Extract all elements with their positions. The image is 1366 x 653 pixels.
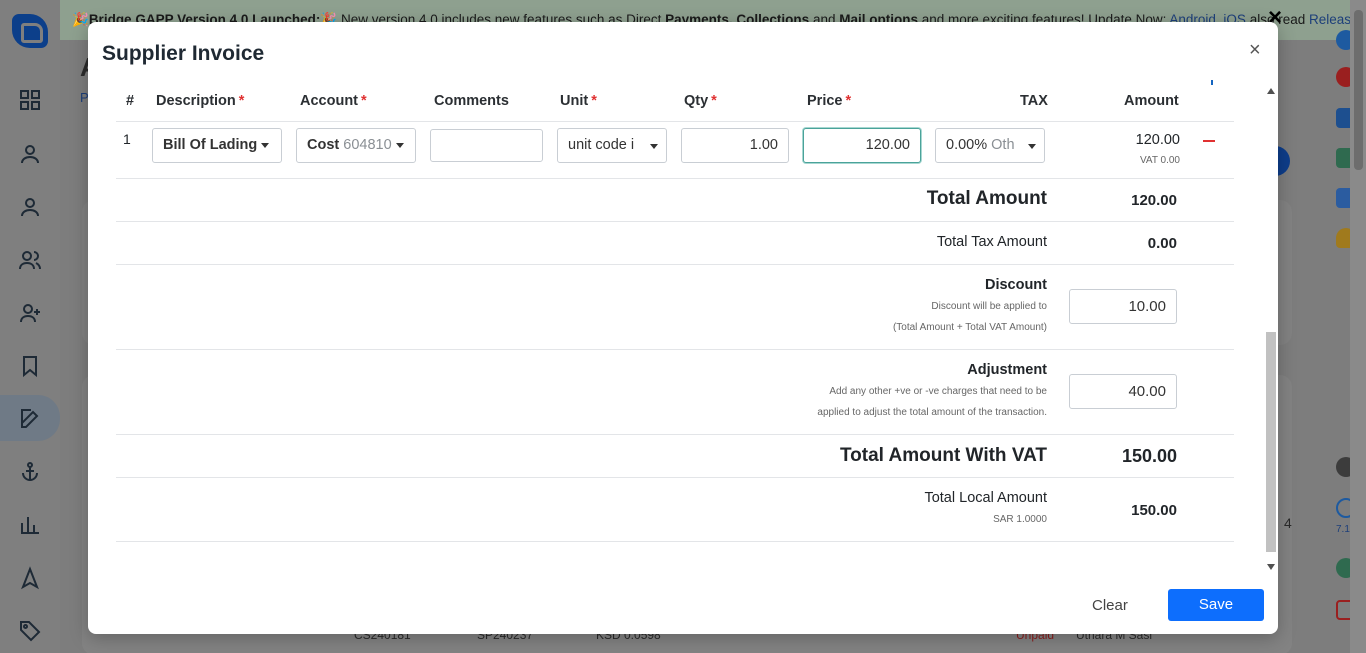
rail-number: 7.1 bbox=[1336, 524, 1350, 535]
col-price-label: Price bbox=[807, 93, 843, 109]
total-amount-label: Total Amount bbox=[926, 188, 1047, 209]
discount-help-2: (Total Amount + Total VAT Amount) bbox=[892, 322, 1047, 333]
user-alt-icon[interactable] bbox=[18, 195, 42, 219]
required-mark: * bbox=[591, 93, 597, 109]
col-qty: Qty * bbox=[684, 93, 717, 109]
qty-input[interactable]: 1.00 bbox=[681, 128, 789, 163]
total-with-vat-value: 150.00 bbox=[1121, 446, 1177, 466]
remove-line-icon[interactable] bbox=[1203, 140, 1215, 142]
scroll-up-icon[interactable] bbox=[1267, 88, 1275, 94]
unit-dropdown[interactable]: unit code i bbox=[557, 128, 667, 163]
unit-value: unit code i bbox=[568, 137, 635, 153]
scroll-indicator bbox=[1211, 80, 1213, 85]
total-local-value: 150.00 bbox=[1131, 502, 1177, 519]
discount-help-1: Discount will be applied to bbox=[931, 301, 1047, 312]
add-user-icon[interactable] bbox=[18, 301, 42, 325]
tax-rate: 0.00% bbox=[946, 137, 988, 153]
adjustment-input[interactable]: 40.00 bbox=[1069, 374, 1177, 409]
line-index: 1 bbox=[123, 131, 131, 147]
price-input[interactable]: 120.00 bbox=[803, 128, 921, 163]
row-divider bbox=[116, 221, 1234, 222]
tax-type: Oth bbox=[991, 137, 1015, 153]
total-tax-label: Total Tax Amount bbox=[936, 234, 1047, 250]
scroll-down-icon[interactable] bbox=[1267, 564, 1275, 570]
edit-icon[interactable] bbox=[18, 407, 42, 431]
col-tax: TAX bbox=[1020, 93, 1048, 109]
chevron-down-icon bbox=[1028, 144, 1036, 149]
description-value: Bill Of Lading bbox=[163, 137, 258, 153]
col-description-label: Description bbox=[156, 93, 236, 109]
users-icon[interactable] bbox=[18, 248, 42, 272]
page-scrollbar[interactable] bbox=[1350, 0, 1366, 653]
col-index: # bbox=[126, 93, 135, 109]
col-price: Price * bbox=[807, 93, 851, 109]
bookmark-icon[interactable] bbox=[18, 354, 42, 378]
account-name: Cost bbox=[307, 137, 340, 153]
col-unit: Unit * bbox=[560, 93, 597, 109]
total-amount-value: 120.00 bbox=[1131, 192, 1177, 209]
save-button[interactable]: Save bbox=[1168, 589, 1264, 621]
adjustment-help-2: applied to adjust the total amount of th… bbox=[817, 407, 1047, 418]
row-divider bbox=[116, 477, 1234, 478]
total-local-label: Total Local Amount bbox=[924, 490, 1047, 506]
row-divider bbox=[116, 178, 1234, 179]
modal-scrollbar[interactable] bbox=[1265, 84, 1277, 574]
clear-button[interactable]: Clear bbox=[1092, 597, 1128, 614]
chevron-down-icon bbox=[650, 144, 658, 149]
supplier-invoice-modal: Supplier Invoice × # Description * Accoun… bbox=[88, 22, 1278, 634]
tag-icon[interactable] bbox=[18, 619, 42, 643]
chevron-down-icon bbox=[261, 142, 270, 148]
tax-dropdown[interactable]: 0.00% Oth bbox=[935, 128, 1045, 163]
required-mark: * bbox=[845, 93, 852, 109]
col-qty-label: Qty bbox=[684, 93, 709, 109]
col-account: Account * bbox=[300, 93, 367, 109]
row-divider bbox=[116, 434, 1234, 435]
col-unit-label: Unit bbox=[560, 93, 589, 109]
col-account-label: Account bbox=[300, 93, 358, 109]
dashboard-icon[interactable] bbox=[18, 88, 42, 112]
line-amount: 120.00 bbox=[1135, 132, 1180, 148]
close-icon[interactable]: × bbox=[1249, 40, 1261, 60]
required-mark: * bbox=[238, 93, 245, 109]
app-logo[interactable] bbox=[12, 14, 48, 48]
description-dropdown[interactable]: Bill Of Lading bbox=[152, 128, 282, 163]
modal-title: Supplier Invoice bbox=[102, 42, 265, 65]
required-mark: * bbox=[711, 93, 717, 109]
background-side-number: 4 bbox=[1284, 515, 1292, 531]
anchor-icon[interactable] bbox=[18, 460, 42, 484]
row-divider bbox=[116, 264, 1234, 265]
adjustment-label: Adjustment bbox=[967, 362, 1047, 378]
col-comments: Comments bbox=[434, 93, 509, 109]
line-vat-note: VAT 0.00 bbox=[1139, 155, 1180, 166]
party-emoji: 🎉 bbox=[72, 12, 89, 27]
bar-chart-icon[interactable] bbox=[18, 513, 42, 537]
col-description: Description * bbox=[156, 93, 244, 109]
account-dropdown[interactable]: Cost 604810 bbox=[296, 128, 416, 163]
adjustment-help-1: Add any other +ve or -ve charges that ne… bbox=[829, 386, 1047, 397]
user-icon[interactable] bbox=[18, 142, 42, 166]
comments-textarea[interactable] bbox=[430, 129, 543, 162]
row-divider bbox=[116, 349, 1234, 350]
col-amount: Amount bbox=[1124, 93, 1179, 109]
account-code: 604810 bbox=[343, 137, 392, 153]
total-tax-value: 0.00 bbox=[1147, 235, 1177, 252]
total-with-vat-label: Total Amount With VAT bbox=[839, 445, 1047, 466]
discount-input[interactable]: 10.00 bbox=[1069, 289, 1177, 324]
navigation-icon[interactable] bbox=[18, 566, 42, 590]
row-divider bbox=[116, 541, 1234, 542]
modal-scrollbar-thumb[interactable] bbox=[1266, 332, 1276, 552]
chevron-down-icon bbox=[395, 142, 404, 148]
discount-label: Discount bbox=[984, 277, 1047, 293]
total-local-note: SAR 1.0000 bbox=[993, 514, 1047, 525]
sidebar bbox=[0, 0, 60, 653]
required-mark: * bbox=[361, 93, 367, 109]
header-divider bbox=[116, 121, 1234, 122]
page-scrollbar-thumb[interactable] bbox=[1354, 10, 1363, 170]
